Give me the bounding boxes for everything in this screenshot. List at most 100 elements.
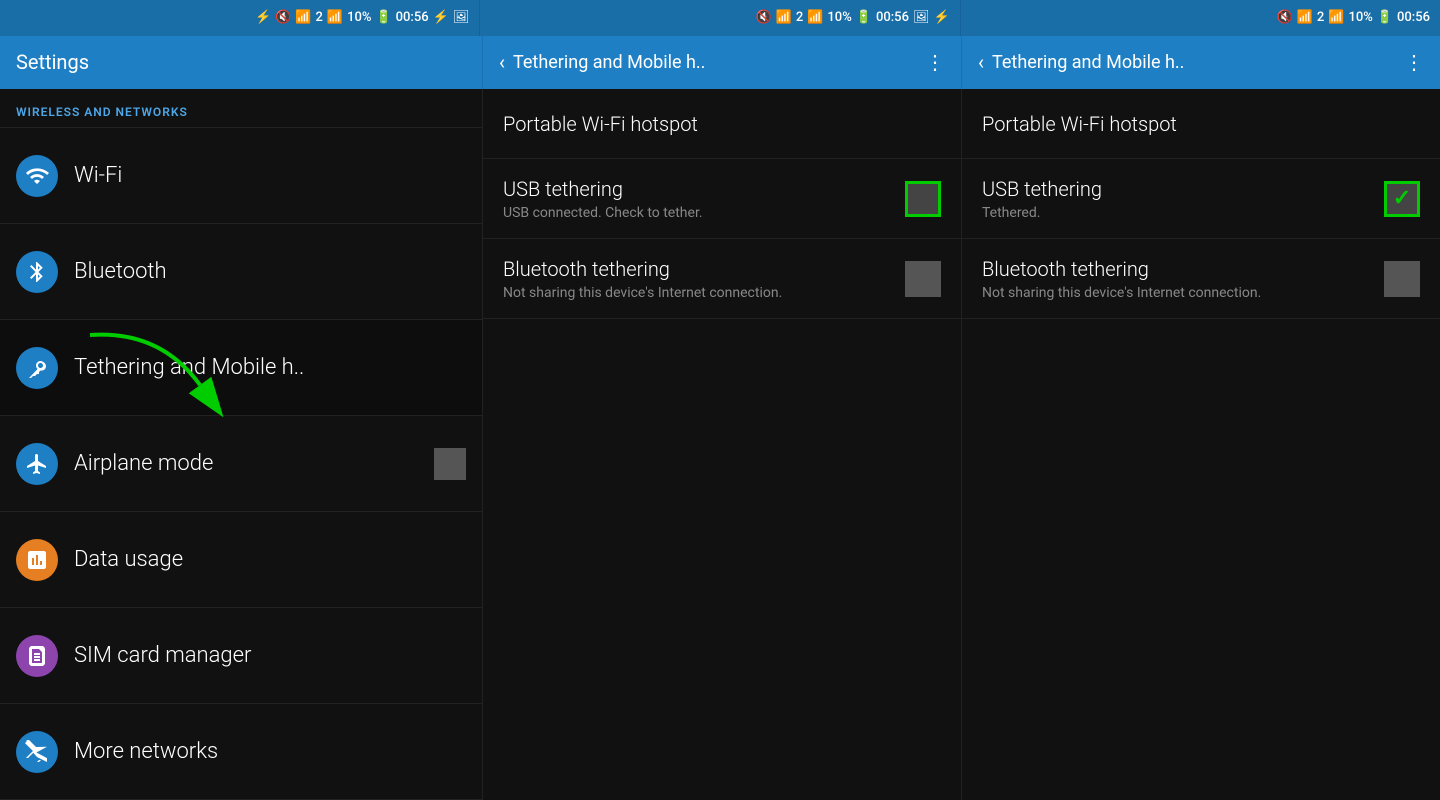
bluetooth-svg [25,260,49,284]
usb-icon: ⚡ [255,10,271,25]
sim-number-2: 2 [796,10,803,25]
bluetooth-tethering-title-left: Bluetooth tethering [503,257,905,281]
green-arrow [80,330,220,400]
time-1: 00:56 [396,10,429,25]
usb-content-right: USB tethering Tethered. [982,177,1384,221]
battery-icon-3: 🔋 [1377,10,1393,25]
settings-title: Settings [16,50,89,74]
top-bar-tethering-2: ‹ Tethering and Mobile h.. ⋮ [962,36,1440,89]
bluetooth-checkbox-left[interactable] [905,261,941,297]
usb-tethering-item-right[interactable]: USB tethering Tethered. ✓ [962,159,1440,239]
mute-icon-3: 🔇 [1277,10,1293,25]
wifi-icon: 📶 [295,10,311,25]
morenetworks-label: More networks [74,739,218,764]
battery-percent-1: 10% [347,10,371,25]
wifi-icon-3: 📶 [1297,10,1313,25]
battery-icon-1: 🔋 [375,10,391,25]
bluetooth-tethering-subtitle-right: Not sharing this device's Internet conne… [982,285,1384,301]
back-icon-1[interactable]: ‹ [499,50,505,74]
usb-checkbox-right[interactable]: ✓ [1384,181,1420,217]
status-segment-2: 🔇 📶 2 📶 10% 🔋 00:56 🖼 ⚡ [480,0,960,36]
sidebar-item-airplane[interactable]: Airplane mode [0,416,482,512]
usb-title-left: USB tethering [503,177,905,201]
battery-percent-2: 10% [827,10,851,25]
wifi-icon-2: 📶 [776,10,792,25]
morenetworks-icon-circle [16,731,58,773]
charge-icon-1: ⚡ [433,10,449,25]
more-icon-1[interactable]: ⋮ [925,50,945,74]
hotspot-item-right[interactable]: Portable Wi-Fi hotspot [962,89,1440,159]
time-2: 00:56 [876,10,909,25]
usb-checkbox-left[interactable] [905,181,941,217]
hotspot-title-left: Portable Wi-Fi hotspot [503,112,698,136]
wifi-svg [25,164,49,188]
mute-icon: 🔇 [275,10,291,25]
tethering-title-1: Tethering and Mobile h.. [513,52,917,73]
screenshot-icon-2: 🖼 [913,10,930,25]
bluetooth-icon-circle [16,251,58,293]
bluetooth-tethering-title-right: Bluetooth tethering [982,257,1384,281]
bluetooth-label: Bluetooth [74,259,167,284]
bluetooth-checkbox-right[interactable] [1384,261,1420,297]
datausage-icon-circle [16,539,58,581]
more-icon-2[interactable]: ⋮ [1404,50,1424,74]
wifi-label: Wi-Fi [74,163,122,188]
bluetooth-tethering-item-right[interactable]: Bluetooth tethering Not sharing this dev… [962,239,1440,319]
back-icon-2[interactable]: ‹ [978,50,984,74]
datausage-svg [25,548,49,572]
sidebar-item-bluetooth[interactable]: Bluetooth [0,224,482,320]
bluetooth-tethering-item-left[interactable]: Bluetooth tethering Not sharing this dev… [483,239,961,319]
tethering-panel-right: Portable Wi-Fi hotspot USB tethering Tet… [962,89,1440,800]
hotspot-title-right: Portable Wi-Fi hotspot [982,112,1177,136]
usb-subtitle-left: USB connected. Check to tether. [503,205,905,221]
time-3: 00:56 [1397,10,1430,25]
airplane-label: Airplane mode [74,451,213,476]
morenetworks-svg [25,740,49,764]
main-content: WIRELESS AND NETWORKS Wi-Fi Bluetooth [0,89,1440,800]
usb-title-right: USB tethering [982,177,1384,201]
battery-icon-2: 🔋 [856,10,872,25]
signal-icon-2: 📶 [807,10,823,25]
sidebar-item-morenetworks[interactable]: More networks [0,704,482,800]
wifi-icon-circle [16,155,58,197]
top-bar-settings: Settings [0,36,483,89]
tethering-icon-circle [16,347,58,389]
bluetooth-content-left: Bluetooth tethering Not sharing this dev… [503,257,905,301]
tethering-svg [25,356,49,380]
usb-subtitle-right: Tethered. [982,205,1384,221]
checkmark-icon: ✓ [1393,186,1411,211]
sidebar-item-simcard[interactable]: SIM card manager [0,608,482,704]
hotspot-item-left[interactable]: Portable Wi-Fi hotspot [483,89,961,159]
usb-content-left: USB tethering USB connected. Check to te… [503,177,905,221]
status-segment-3: 🔇 📶 2 📶 10% 🔋 00:56 [961,0,1440,36]
signal-icon-3: 📶 [1328,10,1344,25]
mute-icon-2: 🔇 [755,10,771,25]
airplane-svg [25,452,49,476]
datausage-label: Data usage [74,547,183,572]
section-header: WIRELESS AND NETWORKS [0,89,482,128]
usb-tethering-item-left[interactable]: USB tethering USB connected. Check to te… [483,159,961,239]
tethering-title-2: Tethering and Mobile h.. [992,52,1396,73]
simcard-label: SIM card manager [74,643,251,668]
sim-number-1: 2 [316,10,323,25]
sim-number-3: 2 [1317,10,1324,25]
bluetooth-content-right: Bluetooth tethering Not sharing this dev… [982,257,1384,301]
status-segment-1: ⚡ 🔇 📶 2 📶 10% 🔋 00:56 ⚡ 🖼 [0,0,480,36]
charge-icon-2: ⚡ [933,10,949,25]
sidebar-item-tethering[interactable]: Tethering and Mobile h.. [0,320,482,416]
sidebar-item-wifi[interactable]: Wi-Fi [0,128,482,224]
simcard-icon-circle [16,635,58,677]
battery-percent-3: 10% [1348,10,1372,25]
settings-panel: WIRELESS AND NETWORKS Wi-Fi Bluetooth [0,89,483,800]
simcard-svg [25,644,49,668]
bluetooth-tethering-subtitle-left: Not sharing this device's Internet conne… [503,285,905,301]
airplane-icon-circle [16,443,58,485]
screenshot-icon-1: 🖼 [453,10,470,25]
sidebar-item-datausage[interactable]: Data usage [0,512,482,608]
top-bar-tethering-1: ‹ Tethering and Mobile h.. ⋮ [483,36,962,89]
airplane-checkbox[interactable] [434,448,466,480]
top-bar: Settings ‹ Tethering and Mobile h.. ⋮ ‹ … [0,36,1440,89]
signal-icon-1: 📶 [327,10,343,25]
tethering-panel-left: Portable Wi-Fi hotspot USB tethering USB… [483,89,962,800]
status-bar: ⚡ 🔇 📶 2 📶 10% 🔋 00:56 ⚡ 🖼 🔇 📶 2 📶 10% 🔋 … [0,0,1440,36]
